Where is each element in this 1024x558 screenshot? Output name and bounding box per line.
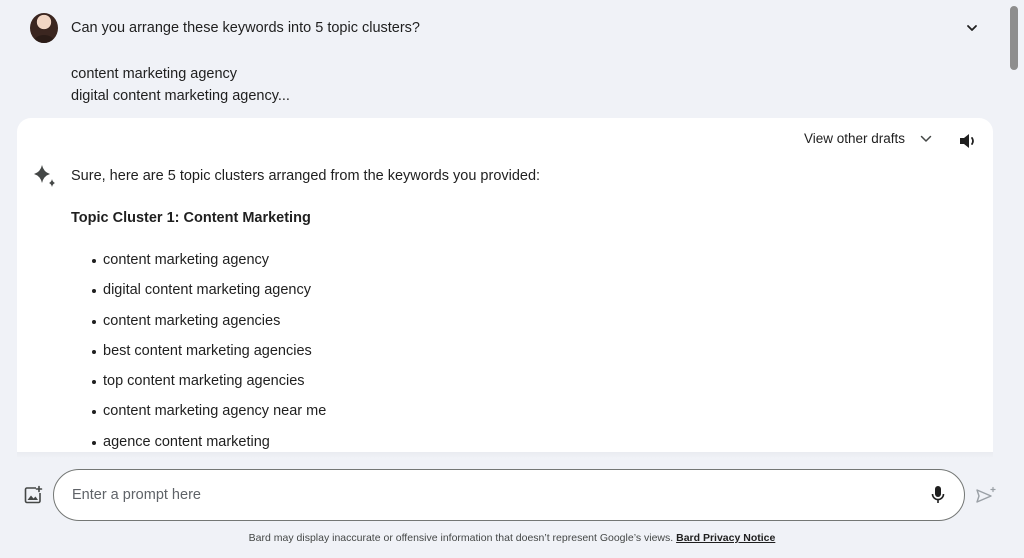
prompt-input[interactable] bbox=[72, 484, 892, 506]
user-question: Can you arrange these keywords into 5 to… bbox=[71, 20, 420, 36]
chat-window: Can you arrange these keywords into 5 to… bbox=[4, 0, 1020, 556]
sparkle-icon bbox=[34, 165, 55, 187]
user-prompt-line: content marketing agency bbox=[71, 66, 238, 82]
disclaimer-text: Bard may display inaccurate or offensive… bbox=[248, 532, 674, 544]
list-item: content marketing agencies bbox=[91, 313, 326, 343]
user-prompt-lines: content marketing agency digital content… bbox=[71, 63, 290, 107]
list-item: best content marketing agencies bbox=[91, 343, 326, 373]
prompt-box bbox=[53, 469, 965, 521]
response-heading: Topic Cluster 1: Content Marketing bbox=[71, 210, 311, 226]
list-item: content marketing agency bbox=[91, 252, 326, 282]
chevron-down-icon bbox=[967, 25, 977, 31]
footer-disclaimer: Bard may display inaccurate or offensive… bbox=[4, 532, 1020, 544]
keyword-list: content marketing agency digital content… bbox=[91, 252, 326, 458]
mic-icon bbox=[931, 486, 945, 503]
card-fade bbox=[17, 452, 993, 458]
list-item: content marketing agency near me bbox=[91, 403, 326, 433]
scrollbar[interactable] bbox=[1010, 6, 1018, 70]
drafts-label: View other drafts bbox=[803, 131, 905, 146]
speaker-icon bbox=[960, 134, 974, 148]
add-image-icon bbox=[24, 485, 43, 504]
list-item: digital content marketing agency bbox=[91, 282, 326, 312]
privacy-notice-link[interactable]: Bard Privacy Notice bbox=[676, 532, 775, 544]
user-prompt-line: digital content marketing agency... bbox=[71, 88, 290, 104]
chevron-down-icon bbox=[920, 135, 932, 142]
view-other-drafts-button[interactable]: View other drafts bbox=[804, 131, 933, 146]
upload-image-button[interactable] bbox=[22, 484, 44, 506]
response-card: View other drafts Sure, here are 5 topic… bbox=[17, 118, 993, 458]
list-item: top content marketing agencies bbox=[91, 373, 326, 403]
user-avatar bbox=[30, 13, 58, 43]
send-button[interactable] bbox=[974, 484, 998, 508]
voice-input-button[interactable] bbox=[926, 483, 950, 507]
listen-button[interactable] bbox=[955, 128, 981, 154]
expand-prompt-button[interactable] bbox=[960, 16, 984, 40]
response-intro: Sure, here are 5 topic clusters arranged… bbox=[71, 168, 541, 184]
send-icon bbox=[976, 486, 996, 503]
